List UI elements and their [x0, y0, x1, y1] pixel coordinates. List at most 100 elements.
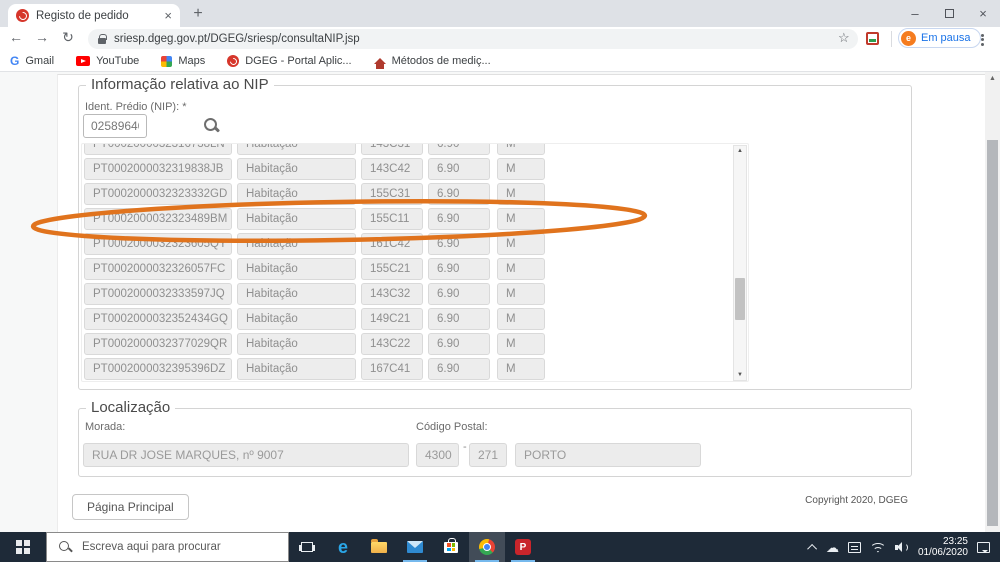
- scroll-down-icon[interactable]: ▼: [734, 372, 746, 378]
- page-scroll-up-icon[interactable]: ▲: [985, 75, 1000, 82]
- table-cell: Habitação: [237, 308, 356, 330]
- menu-kebab-icon[interactable]: [981, 32, 984, 47]
- table-cell: 167C41: [361, 358, 423, 380]
- table-cell: 6.90: [428, 333, 490, 355]
- table-row[interactable]: PT0002000032316738LNHabitação143C316.90M: [84, 143, 748, 155]
- tab-title: Registo de pedido: [36, 10, 157, 22]
- table-cell: 149C21: [361, 308, 423, 330]
- search-magnifier-icon[interactable]: [204, 118, 220, 134]
- forward-button[interactable]: →: [32, 29, 52, 45]
- table-cell: PT0002000032323605QY: [84, 233, 232, 255]
- taskbar-search-input[interactable]: [82, 541, 262, 553]
- table-cell: M: [497, 333, 545, 355]
- browser-tab[interactable]: Registo de pedido ×: [8, 4, 180, 27]
- paused-badge[interactable]: e Em pausa: [898, 28, 981, 48]
- table-cell: PT0002000032377029QR: [84, 333, 232, 355]
- recorder-icon: P: [515, 539, 531, 555]
- cp-city-field: PORTO: [515, 443, 701, 467]
- tray-chevron-icon[interactable]: [807, 543, 817, 553]
- cp-dash: -: [463, 441, 467, 453]
- table-cell: PT0002000032395396DZ: [84, 358, 232, 380]
- file-explorer-button[interactable]: [361, 532, 397, 562]
- lock-icon: [98, 38, 106, 44]
- table-cell: Habitação: [237, 233, 356, 255]
- table-cell: 6.90: [428, 258, 490, 280]
- tab-close-icon[interactable]: ×: [164, 8, 172, 23]
- bookmark-youtube[interactable]: YouTube: [76, 55, 139, 67]
- edge-button[interactable]: e: [325, 532, 361, 562]
- url-text[interactable]: sriesp.dgeg.gov.pt/DGEG/sriesp/consultaN…: [114, 33, 360, 45]
- maximize-icon: [945, 9, 954, 18]
- table-row[interactable]: PT0002000032377029QRHabitação143C226.90M: [84, 333, 748, 355]
- table-row[interactable]: PT0002000032352434GQHabitação149C216.90M: [84, 308, 748, 330]
- table-cell: M: [497, 183, 545, 205]
- onedrive-cloud-icon[interactable]: ☁: [826, 541, 839, 554]
- taskbar-clock[interactable]: 23:25 01/06/2020: [918, 536, 968, 559]
- bookmark-label: Gmail: [25, 55, 54, 67]
- bookmark-dgeg-portal[interactable]: DGEG - Portal Aplic...: [227, 55, 351, 67]
- table-cell: M: [497, 208, 545, 230]
- page-scrollbar[interactable]: ▲: [985, 72, 1000, 532]
- table-cell: PT0002000032352434GQ: [84, 308, 232, 330]
- keyboard-ime-icon[interactable]: [848, 542, 861, 553]
- table-row[interactable]: PT0002000032319838JBHabitação143C426.90M: [84, 158, 748, 180]
- tab-bar: Registo de pedido × + – ×: [0, 0, 1000, 27]
- task-view-button[interactable]: [289, 532, 325, 562]
- action-center-icon[interactable]: [977, 542, 990, 553]
- toolbar-separator: [891, 31, 892, 47]
- close-button[interactable]: ×: [966, 0, 1000, 27]
- table-cell: 6.90: [428, 208, 490, 230]
- taskbar-search[interactable]: [46, 532, 289, 562]
- table-row[interactable]: PT0002000032323605QYHabitação161C426.90M: [84, 233, 748, 255]
- maximize-button[interactable]: [932, 0, 966, 27]
- mail-button[interactable]: [397, 532, 433, 562]
- volume-icon[interactable]: [895, 541, 909, 553]
- bookmark-metodos[interactable]: Métodos de mediç...: [374, 55, 491, 67]
- fieldset-nip: Informação relativa ao NIP Ident. Prédio…: [78, 85, 912, 390]
- google-g-icon: G: [10, 54, 19, 68]
- paused-badge-circle: e: [901, 31, 916, 46]
- bookmark-label: YouTube: [96, 55, 139, 67]
- taskbar-search-icon: [59, 541, 72, 554]
- bookmark-maps[interactable]: Maps: [161, 55, 205, 67]
- table-cell: M: [497, 258, 545, 280]
- codigo-postal-label: Código Postal:: [416, 421, 488, 433]
- clock-time: 23:25: [918, 536, 968, 548]
- dgeg-favicon-icon: [16, 9, 29, 22]
- back-button[interactable]: ←: [6, 29, 26, 45]
- minimize-button[interactable]: –: [898, 0, 932, 27]
- table-row-circled[interactable]: PT0002000032323489BMHabitação155C116.90M: [84, 208, 748, 230]
- page-scrollbar-thumb[interactable]: [987, 140, 998, 526]
- table-cell: PT0002000032326057FC: [84, 258, 232, 280]
- table-cell: PT0002000032323332GD: [84, 183, 232, 205]
- wifi-icon[interactable]: [870, 542, 886, 553]
- chrome-button[interactable]: [469, 532, 505, 562]
- dgeg-icon: [227, 55, 239, 67]
- new-tab-button[interactable]: +: [188, 5, 208, 23]
- table-cell: M: [497, 358, 545, 380]
- table-scrollbar-thumb[interactable]: [735, 278, 745, 320]
- home-page-button[interactable]: Página Principal: [72, 494, 189, 520]
- start-button[interactable]: [0, 532, 46, 562]
- recorder-app-button[interactable]: P: [505, 532, 541, 562]
- reload-button[interactable]: ↻: [58, 29, 78, 46]
- table-row[interactable]: PT0002000032326057FCHabitação155C216.90M: [84, 258, 748, 280]
- address-bar[interactable]: sriesp.dgeg.gov.pt/DGEG/sriesp/consultaN…: [88, 29, 858, 49]
- bookmark-gmail[interactable]: G Gmail: [10, 54, 54, 68]
- table-row[interactable]: PT0002000032323332GDHabitação155C316.90M: [84, 183, 748, 205]
- table-cell: M: [497, 308, 545, 330]
- nip-input[interactable]: [83, 114, 147, 138]
- table-cell: Habitação: [237, 158, 356, 180]
- bookmark-star-icon[interactable]: ☆: [838, 30, 850, 46]
- table-cell: Habitação: [237, 258, 356, 280]
- table-cell: 143C31: [361, 143, 423, 155]
- scroll-up-icon[interactable]: ▲: [734, 148, 746, 154]
- table-scrollbar[interactable]: ▲ ▼: [733, 145, 747, 381]
- table-cell: 155C11: [361, 208, 423, 230]
- edge-icon: e: [338, 538, 348, 556]
- table-row[interactable]: PT0002000032395396DZHabitação167C416.90M: [84, 358, 748, 380]
- extension-icon[interactable]: [866, 32, 879, 45]
- table-row[interactable]: PT0002000032333597JQHabitação143C326.90M: [84, 283, 748, 305]
- store-button[interactable]: [433, 532, 469, 562]
- table-cell: 143C32: [361, 283, 423, 305]
